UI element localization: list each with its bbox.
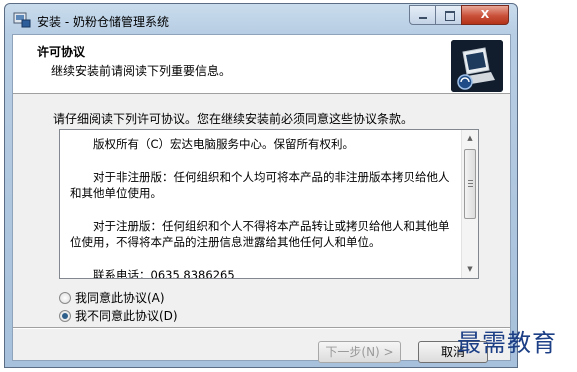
installer-window: 安装 - 奶粉仓储管理系统 X 许可协议 继续安装前请阅读下列重要信息。 请仔细… [4, 3, 518, 368]
watermark-text: 最需教育 [457, 329, 557, 357]
window-title: 安装 - 奶粉仓储管理系统 [37, 15, 169, 29]
wizard-page: 许可协议 继续安装前请阅读下列重要信息。 请仔细阅读下列许可协议。您在继续安装前… [12, 34, 511, 363]
computer-install-icon [451, 40, 503, 92]
accept-radio[interactable] [59, 291, 71, 304]
license-scrollbar[interactable]: ▲ ▼ [461, 130, 478, 278]
title-bar[interactable]: 安装 - 奶粉仓储管理系统 X [5, 4, 517, 34]
page-subtitle: 继续安装前请阅读下列重要信息。 [51, 64, 232, 78]
maximize-button[interactable] [435, 5, 462, 25]
license-paragraph: 对于注册版：任何组织和个人不得将本产品转让或拷贝给他人和其他单位使用，不得将本产… [70, 219, 450, 249]
accept-option[interactable]: 我同意此协议(A) [59, 289, 165, 306]
license-paragraph: 联系电话：0635 8386265 [93, 268, 235, 278]
decline-option[interactable]: 我不同意此协议(D) [59, 307, 178, 324]
installer-app-icon [13, 12, 31, 28]
scroll-down-icon[interactable]: ▼ [462, 261, 478, 278]
license-text: 版权所有（C）宏达电脑服务中心。保留所有权利。 对于非注册版：任何组织和个人均可… [60, 130, 461, 278]
license-text-area[interactable]: 版权所有（C）宏达电脑服务中心。保留所有权利。 对于非注册版：任何组织和个人均可… [59, 129, 479, 279]
decline-radio[interactable] [59, 309, 71, 322]
close-icon: X [480, 8, 490, 21]
wizard-header: 许可协议 继续安装前请阅读下列重要信息。 [13, 35, 510, 94]
decline-radio-label[interactable]: 我不同意此协议(D) [75, 307, 178, 324]
minimize-button[interactable] [409, 5, 436, 25]
page-title: 许可协议 [37, 45, 86, 59]
license-paragraph: 对于非注册版：任何组织和个人均可将本产品的非注册版本拷贝给他人和其他单位使用。 [70, 170, 450, 200]
accept-radio-label[interactable]: 我同意此协议(A) [75, 289, 165, 306]
scroll-up-icon[interactable]: ▲ [462, 130, 478, 147]
footer-divider [13, 327, 510, 329]
next-button[interactable]: 下一步(N) > [318, 341, 401, 363]
license-paragraph: 版权所有（C）宏达电脑服务中心。保留所有权利。 [93, 137, 355, 151]
scroll-thumb[interactable] [464, 149, 476, 219]
close-button[interactable]: X [461, 5, 509, 25]
license-intro: 请仔细阅读下列许可协议。您在继续安装前必须同意这些协议条款。 [53, 112, 414, 126]
